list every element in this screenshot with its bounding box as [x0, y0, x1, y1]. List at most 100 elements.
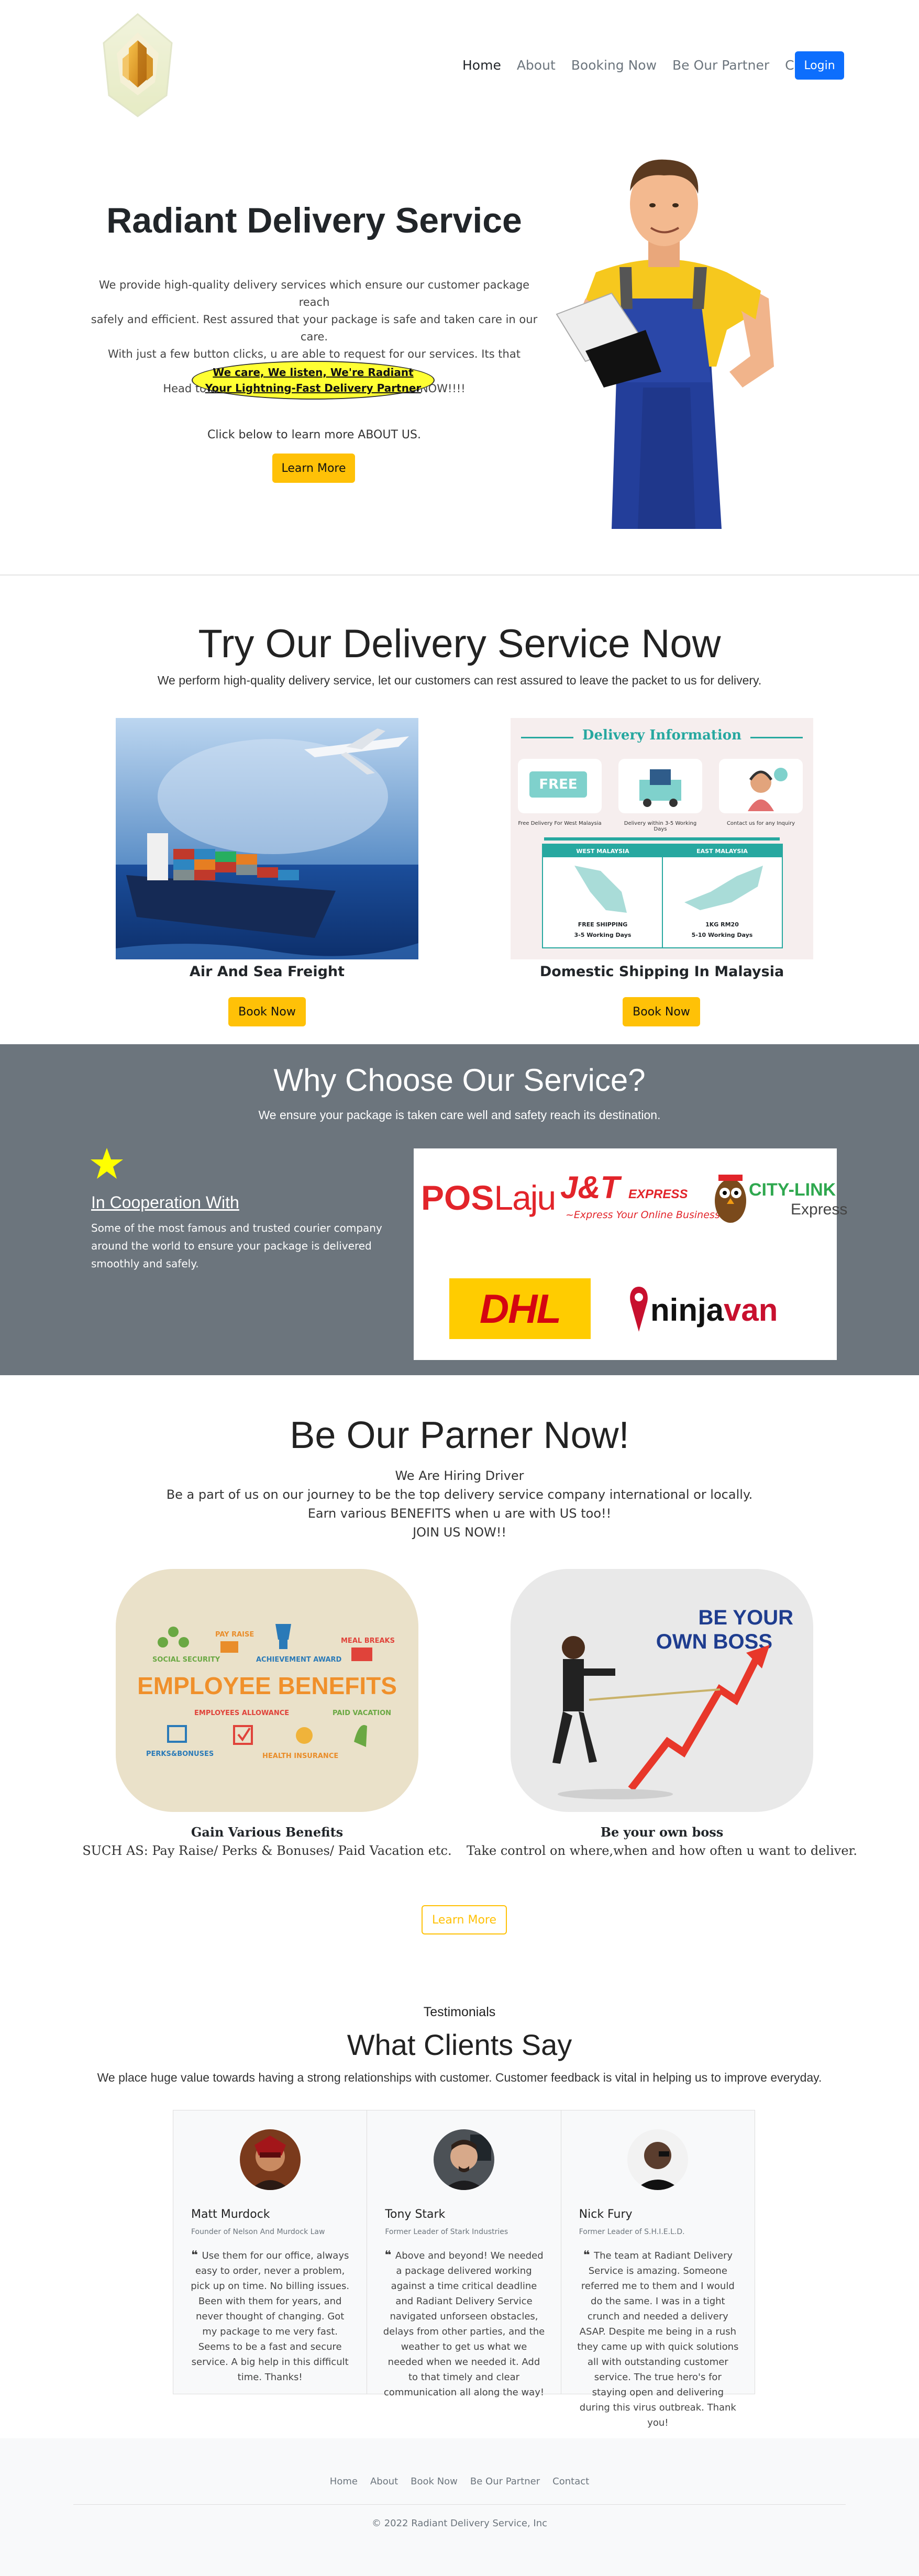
cooperation-title: In Cooperation With: [91, 1193, 239, 1212]
partner-subline: Earn various BENEFITS when u are with US…: [307, 1506, 612, 1521]
info-caption: Delivery within 3-5 Working Days: [624, 821, 697, 832]
section-divider: [0, 574, 919, 576]
quote-text: Above and beyond! We needed a package de…: [383, 2250, 545, 2398]
ninjavan-logo: ninjavan: [650, 1292, 778, 1328]
nav-home[interactable]: Home: [462, 58, 501, 73]
book-now-button[interactable]: Book Now: [623, 997, 700, 1026]
air-sea-freight-image: [116, 718, 418, 959]
quote-icon: ❝: [384, 2249, 395, 2262]
support-agent-icon: [748, 768, 788, 811]
west-malaysia-label: WEST MALAYSIA: [543, 845, 662, 857]
partner-subline: JOIN US NOW!!: [413, 1525, 506, 1540]
client-name: Nick Fury: [579, 2208, 633, 2221]
citylink-mascot-icon: [715, 1175, 746, 1223]
navbar: Home About Booking Now Be Our Partner Co…: [0, 0, 919, 131]
jt-logo: J&T EXPRESS: [560, 1169, 688, 1206]
client-quote: ❝ Use them for our office, always easy t…: [188, 2248, 352, 2385]
citylink-logo: CITY-LINK: [749, 1180, 836, 1200]
benefit-card-title: Gain Various Benefits: [191, 1825, 344, 1840]
avatar: [239, 2129, 301, 2190]
brand-logo[interactable]: [98, 12, 177, 119]
testimonials-eyebrow: Testimonials: [423, 2005, 496, 2019]
malaysia-map: WEST MALAYSIA EAST MALAYSIA FREE SHIPPIN…: [542, 844, 783, 948]
east-fee: 1KG RM20: [705, 921, 739, 928]
client-role: Former Leader of Stark Industries: [385, 2228, 508, 2236]
ninjavan-text: ninja: [650, 1292, 724, 1328]
info-caption: Free Delivery For West Malaysia: [518, 821, 602, 826]
courier-logos: POSLaju J&T EXPRESS ~Express Your Online…: [414, 1148, 847, 1360]
footer-link-home[interactable]: Home: [330, 2476, 358, 2487]
jt-slogan: ~Express Your Online Business~: [566, 1209, 728, 1221]
quote-text: The team at Radiant Delivery Service is …: [577, 2250, 739, 2428]
nav-booking-now[interactable]: Booking Now: [571, 58, 657, 73]
delivery-information-image: Delivery Information FREE Free Delivery …: [511, 718, 813, 959]
poslaju-logo: POSLaju: [421, 1178, 556, 1218]
nav-be-our-partner[interactable]: Be Our Partner: [672, 58, 769, 73]
avatar: [433, 2129, 494, 2190]
info-caption: Contact us for any Inquiry: [726, 821, 795, 826]
delivery-section-subtitle: We perform high-quality delivery service…: [157, 673, 762, 687]
footer: [0, 2438, 919, 2576]
jt-text: J&T: [560, 1170, 620, 1205]
delivery-man-image: [554, 141, 847, 534]
testimonial-card: Tony Stark Former Leader of Stark Indust…: [367, 2110, 561, 2398]
east-malaysia-label: EAST MALAYSIA: [662, 845, 782, 857]
quote-icon: ❝: [191, 2249, 202, 2262]
boss-card-text: Take control on where,when and how often…: [466, 1843, 857, 1858]
hero-line: We provide high-quality delivery service…: [98, 279, 530, 308]
cooperation-text: Some of the most famous and trusted cour…: [91, 1222, 382, 1270]
info-heading: Delivery Information: [582, 727, 742, 743]
info-rule: [521, 737, 573, 738]
card-title-air-sea: Air And Sea Freight: [189, 964, 345, 980]
hero-cta-text: Click below to learn more ABOUT US.: [207, 428, 421, 441]
quote-text: Use them for our office, always easy to …: [191, 2250, 350, 2383]
quote-icon: ❝: [583, 2249, 594, 2262]
slogan-badge: We care, We listen, We're Radiant Your L…: [192, 361, 435, 400]
testimonial-card: Nick Fury Former Leader of S.H.I.E.L.D. …: [561, 2110, 755, 2428]
client-role: Former Leader of S.H.I.E.L.D.: [579, 2228, 685, 2236]
free-truck-icon: FREE: [529, 771, 587, 798]
delivery-section-title: Try Our Delivery Service Now: [198, 622, 721, 666]
info-rule: [750, 737, 803, 738]
nav-about[interactable]: About: [517, 58, 556, 73]
client-role: Founder of Nelson And Murdock Law: [191, 2228, 325, 2236]
learn-more-button[interactable]: Learn More: [272, 454, 355, 483]
testimonials-title: What Clients Say: [347, 2028, 572, 2061]
slogan-line: We care, We listen, We're Radiant: [213, 366, 414, 379]
book-now-button[interactable]: Book Now: [228, 997, 306, 1026]
client-quote: ❝ Above and beyond! We needed a package …: [382, 2248, 546, 2400]
footer-divider: [73, 2504, 846, 2505]
free-delivery-tile: FREE: [518, 759, 602, 813]
east-malaysia-shape: [684, 866, 763, 910]
east-days: 5-10 Working Days: [691, 932, 753, 938]
west-days: 3-5 Working Days: [574, 932, 632, 938]
footer-link-about[interactable]: About: [370, 2476, 398, 2487]
info-band: [544, 837, 780, 841]
benefit-icons: [158, 1624, 372, 1747]
slogan-line: Your Lightning-Fast Delivery Partner: [205, 382, 422, 394]
client-name: Matt Murdock: [191, 2208, 270, 2221]
nav-links: Home About Booking Now Be Our Partner Co…: [462, 58, 851, 73]
testimonial-card: Matt Murdock Founder of Nelson And Murdo…: [173, 2110, 368, 2394]
avatar: [627, 2129, 689, 2190]
client-name: Tony Stark: [385, 2208, 446, 2221]
why-subtitle: We ensure your package is taken care wel…: [258, 1108, 661, 1122]
benefit-card-text: SUCH AS: Pay Raise/ Perks & Bonuses/ Pai…: [82, 1843, 452, 1858]
hero-title: Radiant Delivery Service: [106, 201, 522, 240]
footer-link-book-now[interactable]: Book Now: [411, 2476, 458, 2487]
contact-tile: [719, 759, 803, 813]
dhl-logo: DHL: [449, 1278, 591, 1339]
partner-learn-more-button[interactable]: Learn More: [422, 1905, 507, 1934]
west-fee: FREE SHIPPING: [578, 921, 628, 928]
footer-link-contact[interactable]: Contact: [552, 2476, 589, 2487]
login-button[interactable]: Login: [795, 51, 844, 80]
card-title-domestic: Domestic Shipping In Malaysia: [539, 964, 784, 980]
footer-link-be-our-partner[interactable]: Be Our Partner: [470, 2476, 540, 2487]
ninjavan-text: van: [724, 1292, 778, 1328]
testimonials-grid: Matt Murdock Founder of Nelson And Murdo…: [173, 2110, 755, 2428]
footer-copyright: © 2022 Radiant Delivery Service, Inc: [371, 2518, 548, 2529]
poslaju-text: POS: [421, 1178, 494, 1217]
jt-text: EXPRESS: [628, 1187, 688, 1201]
delivery-van-icon: [639, 769, 681, 807]
employee-benefits-image: EMPLOYEE BENEFITS PAY RAISE SOCIAL SECUR…: [116, 1569, 418, 1812]
